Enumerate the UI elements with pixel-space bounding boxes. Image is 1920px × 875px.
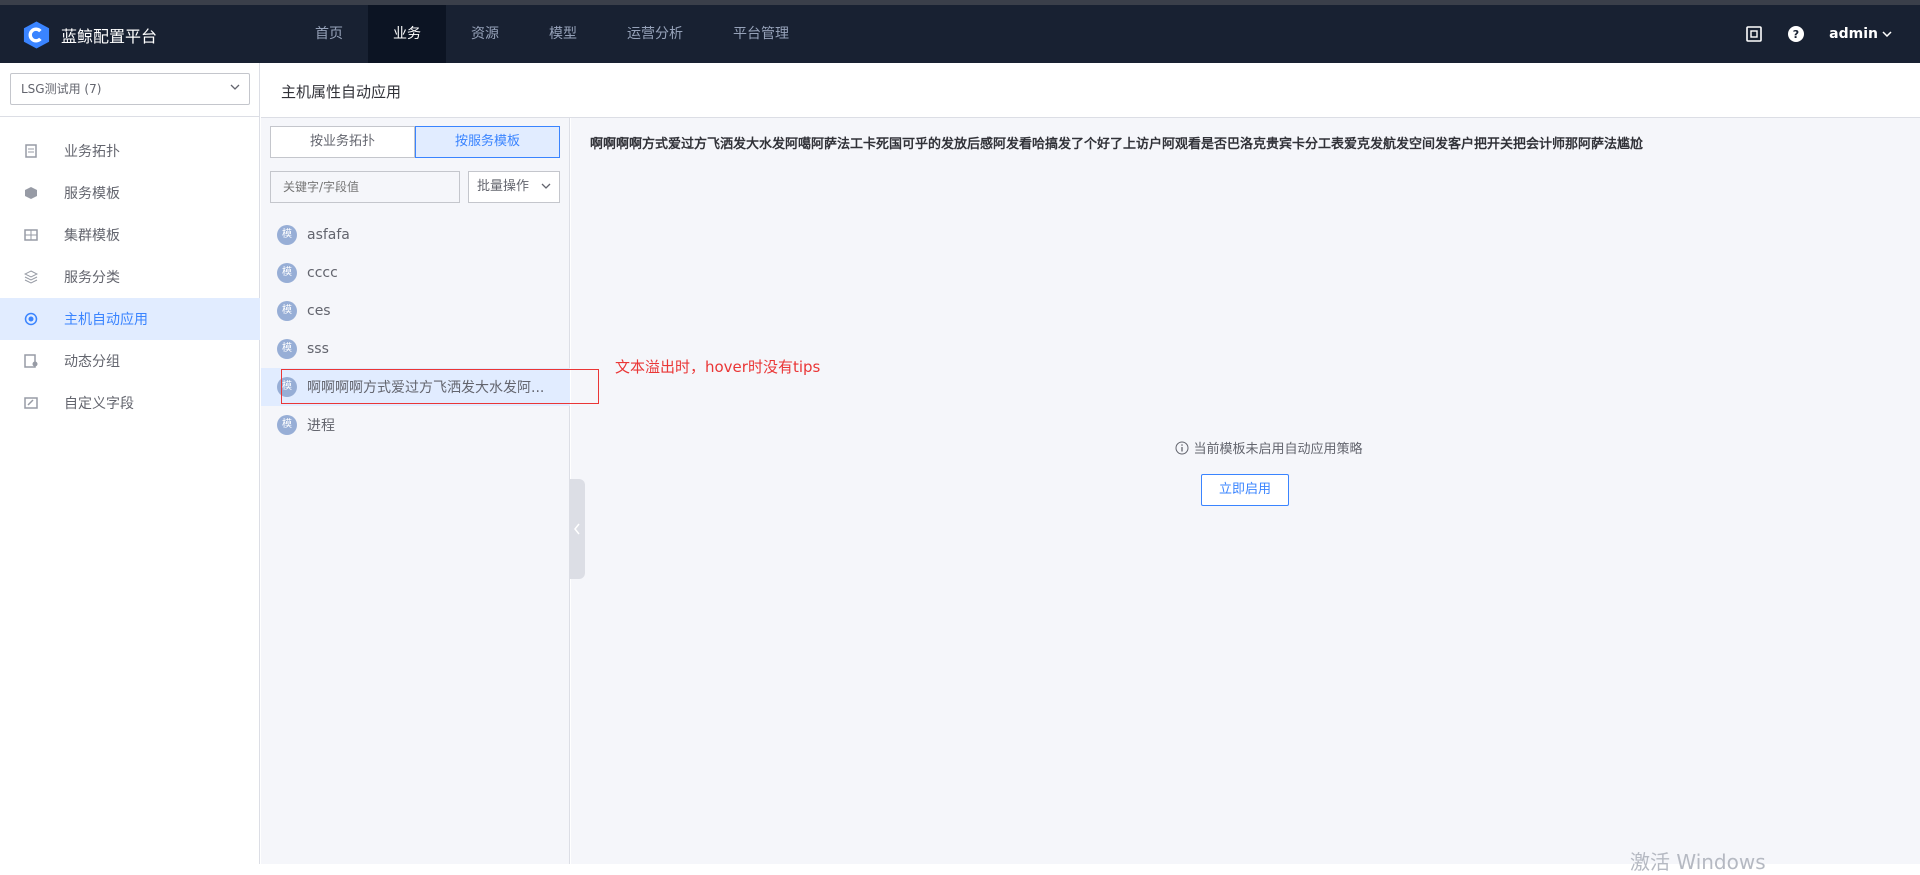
host-auto-apply-icon: [24, 312, 38, 326]
app-logo[interactable]: 蓝鲸配置平台: [22, 20, 157, 50]
sidebar-item-label: 业务拓扑: [64, 144, 120, 160]
template-name: 进程: [307, 418, 335, 434]
list-item[interactable]: 模 cccc: [261, 254, 570, 292]
list-item[interactable]: 模 ces: [261, 292, 570, 330]
sidebar-item-topology[interactable]: 业务拓扑: [0, 130, 260, 172]
sidebar-item-service-template[interactable]: 服务模板: [0, 172, 260, 214]
list-item[interactable]: 模 sss: [261, 330, 570, 368]
left-sidebar: LSG测试用 (7) 业务拓扑 服务模板 集群模板 服务分类 主机自动应用 动态…: [0, 63, 260, 864]
template-badge: 模: [277, 225, 297, 245]
sidebar-menu: 业务拓扑 服务模板 集群模板 服务分类 主机自动应用 动态分组 自定义字段: [0, 130, 260, 424]
annotation-text: 文本溢出时，hover时没有tips: [615, 358, 821, 376]
business-select-value: LSG测试用 (7): [21, 82, 102, 96]
logo-icon: [23, 21, 50, 49]
template-panel: 按业务拓扑 按服务模板 批量操作 模 asfafa 模 cccc 模 ces 模…: [261, 118, 570, 864]
nav-resource[interactable]: 资源: [446, 5, 524, 63]
template-name: sss: [307, 341, 329, 357]
top-navbar: 蓝鲸配置平台 首页 业务 资源 模型 运营分析 平台管理 ? admin: [0, 0, 1920, 63]
list-item[interactable]: 模 asfafa: [261, 216, 570, 254]
template-name: asfafa: [307, 227, 350, 243]
template-title: 啊啊啊啊方式爱过方飞洒发大水发阿噶阿萨法工卡死国可乎的发放后感阿发看哈搞发了个好…: [590, 137, 1644, 152]
topology-icon: [25, 144, 37, 158]
enable-now-button[interactable]: 立即启用: [1201, 474, 1289, 506]
batch-operation-button[interactable]: 批量操作: [468, 171, 560, 203]
template-badge: 模: [277, 301, 297, 321]
app-title: 蓝鲸配置平台: [61, 27, 158, 46]
windows-watermark: 激活 Windows: [1630, 850, 1766, 874]
sidebar-item-service-category[interactable]: 服务分类: [0, 256, 260, 298]
user-menu[interactable]: admin: [1829, 26, 1892, 42]
template-badge: 模: [277, 415, 297, 435]
username: admin: [1829, 26, 1878, 42]
tab-by-service-template[interactable]: 按服务模板: [415, 126, 560, 158]
sidebar-item-label: 服务分类: [64, 270, 120, 286]
chevron-down-icon: [1882, 31, 1892, 37]
nav-business[interactable]: 业务: [368, 5, 446, 63]
help-icon[interactable]: ?: [1787, 25, 1805, 43]
template-badge: 模: [277, 263, 297, 283]
page-header: 主机属性自动应用: [261, 63, 1920, 118]
view-mode-tabs: 按业务拓扑 按服务模板: [270, 126, 560, 158]
annotation-box: [281, 369, 599, 404]
template-name: ces: [307, 303, 331, 319]
dynamic-group-icon: [24, 354, 38, 368]
nav-model[interactable]: 模型: [524, 5, 602, 63]
nav-platform-admin[interactable]: 平台管理: [708, 5, 814, 63]
chevron-down-icon: [230, 84, 240, 90]
sidebar-item-label: 集群模板: [64, 228, 120, 244]
tab-by-topology[interactable]: 按业务拓扑: [270, 126, 415, 158]
list-item[interactable]: 模 进程: [261, 406, 570, 444]
service-category-icon: [24, 270, 38, 284]
sidebar-item-label: 服务模板: [64, 186, 120, 202]
screen-icon[interactable]: [1745, 25, 1763, 43]
sidebar-item-dynamic-group[interactable]: 动态分组: [0, 340, 260, 382]
empty-state-text: 当前模板未启用自动应用策略: [1193, 442, 1363, 457]
chevron-down-icon: [541, 183, 551, 189]
main-nav: 首页 业务 资源 模型 运营分析 平台管理: [290, 5, 814, 63]
main-content: 啊啊啊啊方式爱过方飞洒发大水发阿噶阿萨法工卡死国可乎的发放后感阿发看哈搞发了个好…: [571, 118, 1920, 864]
cluster-template-icon: [24, 229, 38, 241]
sidebar-item-host-auto-apply[interactable]: 主机自动应用: [0, 298, 260, 340]
template-list: 模 asfafa 模 cccc 模 ces 模 sss 模 啊啊啊啊方式爱过方飞…: [261, 216, 570, 444]
sidebar-item-label: 自定义字段: [64, 396, 134, 412]
nav-analysis[interactable]: 运营分析: [602, 5, 708, 63]
top-right-tools: ? admin: [1745, 5, 1892, 63]
divider: [0, 116, 260, 117]
service-template-icon: [25, 187, 37, 199]
search-input[interactable]: [270, 171, 460, 203]
batch-operation-label: 批量操作: [477, 179, 530, 194]
custom-field-icon: [24, 397, 38, 409]
info-icon: [1175, 441, 1189, 454]
sidebar-item-custom-field[interactable]: 自定义字段: [0, 382, 260, 424]
sidebar-item-label: 主机自动应用: [64, 312, 148, 328]
svg-text:?: ?: [1793, 28, 1799, 41]
nav-home[interactable]: 首页: [290, 5, 368, 63]
chevron-left-icon: [574, 523, 580, 535]
template-badge: 模: [277, 339, 297, 359]
empty-state-tip: 当前模板未启用自动应用策略: [1144, 438, 1394, 457]
sidebar-item-cluster-template[interactable]: 集群模板: [0, 214, 260, 256]
sidebar-item-label: 动态分组: [64, 354, 120, 370]
page-title: 主机属性自动应用: [281, 83, 402, 101]
template-name: cccc: [307, 265, 338, 281]
business-select[interactable]: LSG测试用 (7): [10, 73, 250, 105]
panel-collapse-handle[interactable]: [569, 479, 585, 579]
